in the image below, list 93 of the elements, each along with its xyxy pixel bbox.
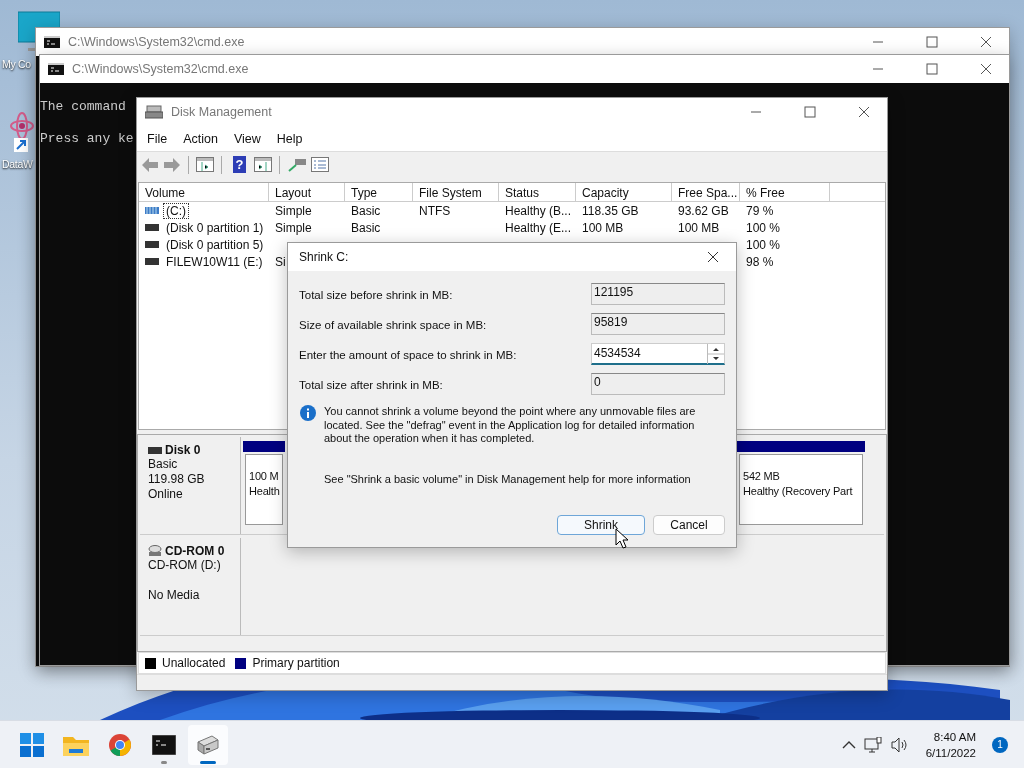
field-label: Total size before shrink in MB:: [299, 288, 453, 301]
checklist-icon[interactable]: [311, 157, 329, 172]
table-cell: 93.62 GB: [678, 203, 729, 218]
speaker-icon[interactable]: [889, 736, 908, 753]
disk-type: Basic: [148, 457, 179, 472]
clock-date[interactable]: 6/11/2022: [925, 744, 976, 761]
field-label: Size of available shrink space in MB:: [299, 318, 487, 331]
table-cell: Si: [275, 254, 286, 269]
table-cell: NTFS: [419, 203, 451, 218]
disk-type: CD-ROM (D:): [148, 558, 222, 573]
disk-size: 119.98 GB: [148, 472, 206, 487]
column-header[interactable]: Free Spa...: [672, 183, 740, 201]
column-header[interactable]: Layout: [269, 183, 345, 201]
disk-status: No Media: [148, 588, 201, 603]
forward-arrow-icon[interactable]: [163, 156, 181, 173]
pane-icon[interactable]: [196, 157, 214, 172]
chevron-up-icon[interactable]: [841, 739, 856, 750]
table-cell: Healthy (B...: [505, 203, 572, 218]
drive-icon[interactable]: [196, 733, 220, 756]
desktop-icon-label: DataW: [1, 158, 33, 170]
readonly-field: 95819: [591, 313, 725, 335]
field-label: Total size after shrink in MB:: [299, 378, 443, 391]
network-icon[interactable]: [863, 736, 882, 753]
table-cell[interactable]: (C:): [164, 203, 188, 218]
console-text: Press any ke: [40, 131, 134, 147]
menu-item[interactable]: File: [139, 131, 176, 146]
disk-name: CD-ROM 0: [148, 544, 240, 558]
partition-header-bar: [243, 441, 285, 452]
console-icon[interactable]: [152, 734, 176, 755]
table-cell: 79 %: [746, 203, 774, 218]
field-label: Enter the amount of space to shrink in MB:: [299, 348, 517, 361]
drive-icon: [145, 207, 159, 214]
spin-arrows-icon[interactable]: [707, 344, 724, 364]
info-text: You cannot shrink a volume beyond the point where any unmovable files are located. See the "defrag" event in the Application log for detailed information about the operation when it has completed.: [324, 405, 697, 446]
partition-box[interactable]: 542 MB Healthy (Recovery Part: [739, 454, 863, 525]
drive-icon: [145, 224, 159, 231]
window-title: C:\Windows\System32\cmd.exe: [72, 62, 250, 76]
drive-icon: [145, 258, 159, 265]
clock-time[interactable]: 8:40 AM: [933, 728, 976, 745]
table-cell: Simple: [275, 203, 312, 218]
help-icon[interactable]: ?: [233, 156, 246, 173]
browser-icon[interactable]: [108, 732, 132, 757]
readonly-field: 0: [591, 373, 725, 395]
readonly-field: 121195: [591, 283, 725, 305]
console-icon: [44, 36, 60, 48]
dialog-title: Shrink C:: [299, 250, 350, 264]
desktop-icon-label: My Co: [1, 58, 31, 70]
window-title: Disk Management: [171, 105, 273, 119]
start-icon[interactable]: [20, 732, 44, 757]
disc-icon: [148, 545, 162, 557]
spin-field[interactable]: 4534534: [591, 343, 725, 365]
drive-icon: [145, 241, 159, 248]
drive-icon: [145, 105, 163, 119]
connect-icon[interactable]: [287, 157, 307, 172]
cancel-button[interactable]: Cancel: [653, 515, 725, 535]
table-cell: 118.35 GB: [582, 203, 639, 218]
table-cell: 100 %: [746, 220, 781, 235]
legend-label: Unallocated: [162, 656, 226, 670]
column-header[interactable]: Type: [345, 183, 413, 201]
menu-item[interactable]: Action: [175, 131, 226, 146]
info-icon: [300, 405, 316, 421]
column-header[interactable]: Capacity: [576, 183, 672, 201]
disk-status: Online: [148, 487, 184, 502]
window-title: C:\Windows\System32\cmd.exe: [68, 35, 246, 49]
column-header[interactable]: Status: [499, 183, 576, 201]
table-cell[interactable]: (Disk 0 partition 1): [164, 220, 266, 235]
table-cell: 100 %: [746, 237, 781, 252]
table-cell: Basic: [351, 220, 381, 235]
column-header[interactable]: Volume: [139, 183, 269, 201]
help-text: See "Shrink a basic volume" in Disk Management help for more information: [324, 473, 692, 485]
shrink-button[interactable]: Shrink: [557, 515, 645, 535]
table-cell: 98 %: [746, 254, 774, 269]
cursor-icon: [615, 528, 629, 549]
table-cell: Simple: [275, 220, 312, 235]
table-cell: 100 MB: [582, 220, 624, 235]
column-header[interactable]: File System: [413, 183, 499, 201]
console-text: The command: [40, 99, 126, 115]
table-cell[interactable]: FILEW10W11 (E:): [164, 254, 265, 269]
pane-icon[interactable]: [254, 157, 272, 172]
legend-label: Primary partition: [252, 656, 340, 670]
notification-badge[interactable]: 1: [992, 736, 1008, 753]
console-icon: [48, 63, 64, 75]
back-arrow-icon[interactable]: [141, 156, 159, 173]
drive-icon: [148, 446, 162, 454]
table-cell: Basic: [351, 203, 381, 218]
column-header[interactable]: % Free: [740, 183, 830, 201]
table-cell: Healthy (E...: [505, 220, 572, 235]
disk-name: Disk 0: [148, 443, 240, 457]
partition-box[interactable]: 100 M Health: [245, 454, 283, 525]
menu-item[interactable]: Help: [268, 131, 311, 146]
menu-item[interactable]: View: [225, 131, 269, 146]
table-cell[interactable]: (Disk 0 partition 5): [164, 237, 266, 252]
table-cell: 100 MB: [678, 220, 720, 235]
